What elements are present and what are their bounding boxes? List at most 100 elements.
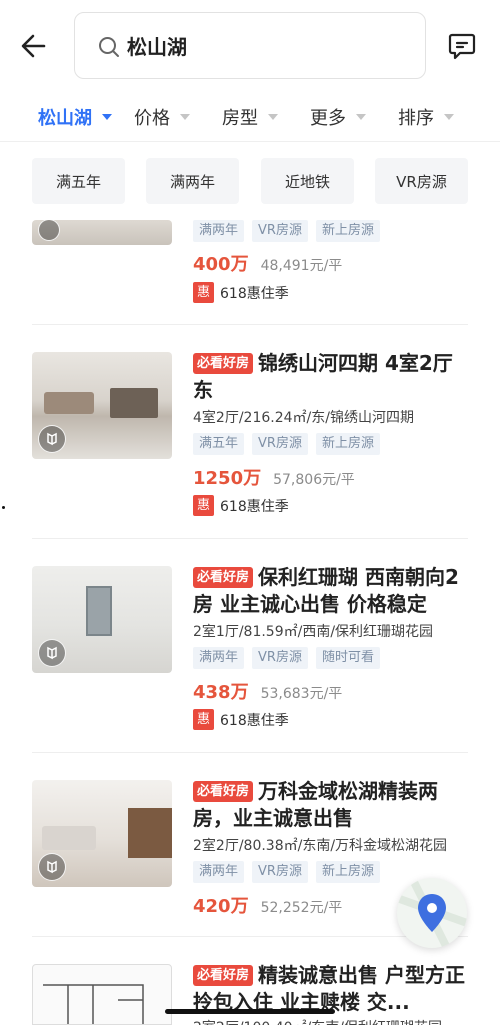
listing-floorplan <box>32 964 172 1025</box>
listing-price-line: 420万 52,252元/平 <box>193 892 342 918</box>
filter-bar: 松山湖 价格 房型 更多 排序 <box>0 96 500 142</box>
back-button[interactable] <box>16 28 52 64</box>
listing-tag: VR房源 <box>252 647 308 669</box>
divider <box>32 538 468 539</box>
promo-text: 618惠住季 <box>220 498 289 515</box>
vr-icon <box>38 853 66 881</box>
photo-sofa <box>42 826 96 850</box>
listing-tag: 满两年 <box>193 220 245 242</box>
promo-badge: 惠 <box>193 495 214 516</box>
quick-tag-five-years[interactable]: 满五年 <box>32 158 125 204</box>
listing-photo <box>32 352 172 459</box>
search-query: 松山湖 <box>127 35 187 59</box>
promo-text: 618惠住季 <box>220 285 289 302</box>
vr-icon <box>38 639 66 667</box>
listing-price-line: 1250万 57,806元/平 <box>193 464 355 490</box>
listing-tags: 满两年 VR房源 新上房源 <box>193 861 380 883</box>
promo-badge: 惠 <box>193 709 214 730</box>
must-see-badge: 必看好房 <box>193 965 254 986</box>
screen-dot <box>2 506 5 509</box>
listing-tag: 满五年 <box>193 433 245 455</box>
vr-icon <box>38 220 60 241</box>
caret-down-icon <box>180 114 190 120</box>
listing-title: 必看好房 锦绣山河四期 4室2厅 东 <box>193 350 473 404</box>
listing-price-line: 400万 48,491元/平 <box>193 250 342 276</box>
listing-tag: 满两年 <box>193 861 245 883</box>
search-input[interactable]: 松山湖 <box>74 12 426 79</box>
map-button[interactable] <box>397 878 467 948</box>
listing-title: 必看好房 保利红珊瑚 西南朝向2房 业主诚心出售 价格稳定 <box>193 564 473 618</box>
listing-tag: 新上房源 <box>315 861 380 883</box>
filter-sort-label: 排序 <box>398 108 434 129</box>
listing-promo: 惠 618惠住季 <box>193 709 289 730</box>
listing-tags: 满两年 VR房源 随时可看 <box>193 647 380 669</box>
photo-tv-wall <box>128 808 172 858</box>
listing-spec: 4室2厅/216.24㎡/东/锦绣山河四期 <box>193 410 414 426</box>
search-icon <box>99 37 119 57</box>
listing-spec: 2室2厅/100.40㎡/东南/保利红珊瑚花园 <box>193 1017 442 1025</box>
filter-room-type-label: 房型 <box>222 108 258 129</box>
listing-price: 1250万 <box>193 468 262 489</box>
quick-tag-vr[interactable]: VR房源 <box>375 158 468 204</box>
listing-promo: 惠 618惠住季 <box>193 495 289 516</box>
home-indicator[interactable] <box>165 1009 335 1014</box>
listing-tag: 满两年 <box>193 647 245 669</box>
message-icon <box>448 33 476 60</box>
filter-sort[interactable]: 排序 <box>398 104 454 130</box>
top-bar: 松山湖 <box>0 0 500 92</box>
listing-photo <box>32 566 172 673</box>
quick-tag-row: 满五年 满两年 近地铁 VR房源 <box>0 158 500 204</box>
caret-down-icon <box>102 114 112 120</box>
quick-tag-near-subway[interactable]: 近地铁 <box>261 158 354 204</box>
divider <box>32 752 468 753</box>
must-see-badge: 必看好房 <box>193 567 254 588</box>
listing-tag: 新上房源 <box>315 220 380 242</box>
filter-price-label: 价格 <box>134 108 170 129</box>
photo-sofa <box>44 392 94 414</box>
floorplan-icon <box>43 984 144 1024</box>
arrow-left-icon <box>21 34 46 58</box>
photo-window <box>86 586 112 636</box>
promo-badge: 惠 <box>193 282 214 303</box>
listing-tag: 新上房源 <box>315 433 380 455</box>
listing-tags: 满两年 VR房源 新上房源 <box>193 220 380 242</box>
listing-unit-price: 57,806元/平 <box>273 472 355 488</box>
divider <box>32 936 468 937</box>
listing-promo: 惠 618惠住季 <box>193 282 289 303</box>
caret-down-icon <box>356 114 366 120</box>
listing-tag: VR房源 <box>252 433 308 455</box>
filter-area-label: 松山湖 <box>38 108 92 129</box>
listing-title: 必看好房 万科金域松湖精装两房，业主诚意出售 <box>193 778 473 832</box>
listing-tag: VR房源 <box>252 220 308 242</box>
listing-unit-price: 52,252元/平 <box>260 900 343 916</box>
listing-price-line: 438万 53,683元/平 <box>193 678 342 704</box>
map-pin-icon <box>397 878 467 948</box>
message-button[interactable] <box>446 30 478 62</box>
filter-room-type[interactable]: 房型 <box>222 104 278 130</box>
photo-cabinet <box>110 388 158 418</box>
must-see-badge: 必看好房 <box>193 353 254 374</box>
listing-tag: 随时可看 <box>315 647 380 669</box>
listing-price: 438万 <box>193 682 249 703</box>
filter-price[interactable]: 价格 <box>134 104 190 130</box>
listing-tags: 满五年 VR房源 新上房源 <box>193 433 380 455</box>
caret-down-icon <box>268 114 278 120</box>
caret-down-icon <box>444 114 454 120</box>
listing-price: 420万 <box>193 896 249 917</box>
divider <box>32 324 468 325</box>
filter-more-label: 更多 <box>310 108 346 129</box>
listing-price: 400万 <box>193 254 249 275</box>
listing-photo <box>32 780 172 887</box>
listing-unit-price: 48,491元/平 <box>260 258 343 274</box>
must-see-badge: 必看好房 <box>193 781 254 802</box>
filter-area[interactable]: 松山湖 <box>38 104 112 130</box>
vr-icon <box>38 425 66 453</box>
listing-spec: 2室1厅/81.59㎡/西南/保利红珊瑚花园 <box>193 624 434 640</box>
promo-text: 618惠住季 <box>220 712 289 729</box>
listing-spec: 2室2厅/80.38㎡/东南/万科金域松湖花园 <box>193 838 448 854</box>
listing-title: 必看好房 精装诚意出售 户型方正 拎包入住 业主赎楼 交... <box>193 962 473 1016</box>
listing-unit-price: 53,683元/平 <box>260 686 343 702</box>
listing-photo <box>32 220 172 245</box>
quick-tag-two-years[interactable]: 满两年 <box>146 158 239 204</box>
filter-more[interactable]: 更多 <box>310 104 366 130</box>
